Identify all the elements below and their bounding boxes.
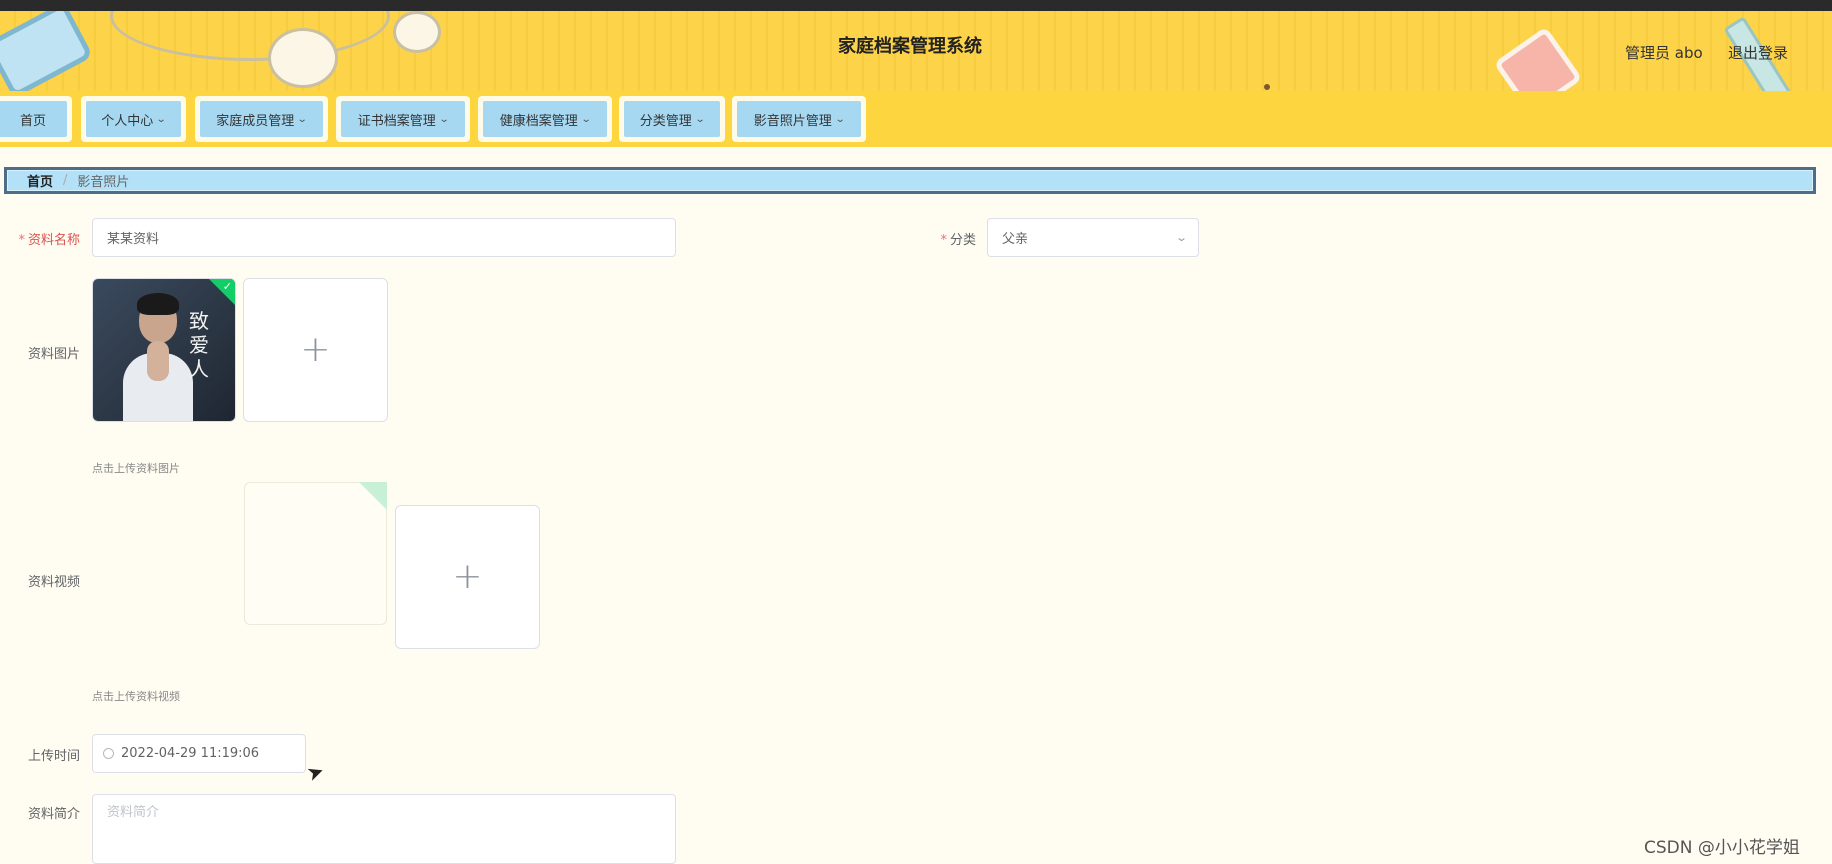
category-label: * 分类 — [930, 229, 976, 248]
breadcrumb-separator: / — [63, 173, 68, 188]
name-input[interactable]: 某某资料 — [92, 218, 676, 257]
category-label-text: 分类 — [949, 233, 976, 248]
nav-item-label: 首页 — [19, 113, 46, 129]
time-label: 上传时间 — [27, 749, 80, 764]
required-star: * — [18, 233, 25, 248]
logout-link[interactable]: 退出登录 — [1728, 42, 1788, 63]
nav-item-label: 分类管理 — [639, 113, 692, 129]
chevron-down-icon: ⌄ — [694, 113, 706, 125]
nav-item-label: 家庭成员管理 — [216, 113, 295, 129]
name-label: * 资料名称 — [14, 229, 80, 248]
category-select-value: 父亲 — [1002, 232, 1029, 247]
app-title: 家庭档案管理系统 — [838, 36, 982, 57]
breadcrumb-home[interactable]: 首页 — [27, 171, 53, 190]
earbud-decoration-small — [393, 11, 441, 53]
watermark: CSDN @小小花学姐 — [1644, 838, 1800, 858]
nav-item-categories[interactable]: 分类管理 ⌄ — [619, 96, 725, 142]
video-upload-hint: 点击上传资料视频 — [92, 690, 180, 703]
phone-decoration — [0, 11, 94, 91]
intro-label: 资料简介 — [27, 807, 80, 822]
image-label: 资料图片 — [27, 347, 80, 362]
video-upload-button[interactable]: + — [395, 505, 540, 649]
nav-item-label: 个人中心 — [101, 113, 154, 129]
chevron-down-icon: ⌄ — [438, 113, 450, 125]
time-picker[interactable]: 2022-04-29 11:19:06 — [92, 734, 306, 773]
plus-icon: + — [452, 556, 483, 597]
chevron-down-icon: ⌄ — [1174, 231, 1188, 244]
breadcrumb-current: 影音照片 — [77, 175, 130, 190]
eraser-decoration — [1493, 26, 1583, 91]
nav-item-family-members[interactable]: 家庭成员管理 ⌄ — [195, 96, 328, 142]
chevron-down-icon: ⌄ — [156, 113, 167, 125]
mouse-cursor-icon: ➤ — [303, 757, 328, 787]
name-label-text: 资料名称 — [27, 233, 80, 248]
window-top-strip — [0, 0, 1832, 11]
thumbnail-portrait — [123, 293, 193, 421]
check-icon: ✓ — [222, 280, 232, 293]
nav-item-media-photos[interactable]: 影音照片管理 ⌄ — [732, 96, 866, 142]
uploaded-image-thumbnail[interactable]: 致爱人 ✓ — [92, 278, 236, 422]
nav-item-personal[interactable]: 个人中心 ⌄ — [81, 96, 186, 142]
nav-item-certificates[interactable]: 证书档案管理 ⌄ — [336, 96, 470, 142]
earbud-decoration — [268, 28, 338, 88]
cable-decoration — [110, 11, 390, 61]
admin-user-label: 管理员 abo — [1625, 44, 1703, 62]
main-nav: 首页 个人中心 ⌄ 家庭成员管理 ⌄ 证书档案管理 ⌄ 健康档案管理 ⌄ 分类管理 ⌄ 影… — [0, 91, 1832, 147]
dot-decoration — [1264, 84, 1270, 90]
nav-item-health[interactable]: 健康档案管理 ⌄ — [478, 96, 612, 142]
chevron-down-icon: ⌄ — [580, 113, 592, 125]
chevron-down-icon: ⌄ — [297, 113, 308, 125]
thumbnail-cover-text: 致爱人 — [189, 309, 209, 381]
nav-item-home[interactable]: 首页 — [0, 96, 72, 142]
video-label: 资料视频 — [27, 575, 80, 590]
breadcrumb: 首页 / 影音照片 — [4, 167, 1816, 194]
image-upload-button[interactable]: + — [243, 278, 388, 422]
uploaded-video-placeholder[interactable] — [244, 482, 387, 625]
chevron-down-icon: ⌄ — [834, 113, 846, 125]
nav-item-label: 影音照片管理 — [753, 113, 832, 129]
time-value: 2022-04-29 11:19:06 — [121, 746, 260, 761]
plus-icon: + — [300, 329, 331, 370]
category-select[interactable]: 父亲 ⌄ — [987, 218, 1199, 257]
nav-item-label: 证书档案管理 — [357, 113, 436, 129]
intro-textarea[interactable]: 资料简介 — [92, 794, 676, 864]
clock-icon — [103, 748, 114, 759]
nav-item-label: 健康档案管理 — [499, 113, 578, 129]
image-upload-hint: 点击上传资料图片 — [92, 462, 180, 475]
upload-success-corner — [359, 482, 387, 510]
required-star: * — [940, 233, 947, 248]
